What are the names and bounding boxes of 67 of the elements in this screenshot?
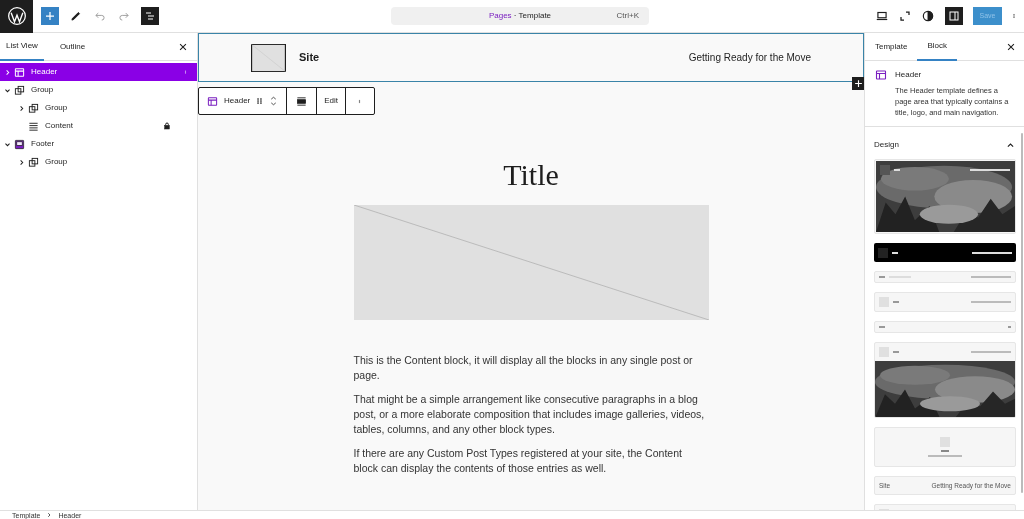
chevron-right-icon[interactable] xyxy=(4,68,11,76)
pencil-icon[interactable] xyxy=(69,9,83,23)
plus-icon xyxy=(44,10,56,22)
design-section-header[interactable]: Design xyxy=(865,131,1024,159)
layout-icon[interactable] xyxy=(207,95,218,107)
group-icon xyxy=(28,156,39,168)
image-placeholder-icon xyxy=(880,165,890,175)
list-icon xyxy=(144,10,156,22)
site-tagline: Getting Ready for the Move xyxy=(688,51,811,65)
close-icon[interactable] xyxy=(1006,41,1016,52)
paragraph: If there are any Custom Post Types registered at your site, the Content block can display the contents of those entries as well. xyxy=(353,446,683,476)
chevron-right-icon[interactable] xyxy=(18,104,25,112)
close-icon[interactable] xyxy=(178,41,188,52)
tree-item-label: Group xyxy=(45,102,68,114)
tree-item-label: Footer xyxy=(31,138,55,150)
panel-tab[interactable]: Outline xyxy=(53,32,92,61)
site-logo-button[interactable] xyxy=(0,0,33,33)
plus-icon xyxy=(854,79,863,88)
fullscreen-icon[interactable] xyxy=(899,10,911,22)
tree-item[interactable]: Group xyxy=(0,81,197,99)
scrollbar[interactable] xyxy=(1021,133,1023,493)
tree-item[interactable]: Group xyxy=(0,153,197,171)
group-icon xyxy=(14,84,25,96)
pattern-preview[interactable] xyxy=(874,342,1016,418)
more-options-icon[interactable] xyxy=(184,67,187,77)
edit-button[interactable]: Edit xyxy=(317,88,347,114)
lines-icon xyxy=(28,120,39,132)
header-block[interactable]: Site Getting Ready for the Move xyxy=(198,33,864,82)
paragraph: That might be a simple arrangement like consecutive paragraphs in a blog post, or a more elaborate composition that includes image galleries, videos, tables, columns, and any other block types. xyxy=(353,392,706,437)
tree-item-label: Group xyxy=(31,84,54,96)
command-bar[interactable]: Pages · Template Ctrl+K xyxy=(391,7,649,25)
laptop-icon[interactable] xyxy=(875,9,889,23)
list-view-button[interactable] xyxy=(141,7,159,25)
tree-item[interactable]: Content xyxy=(0,117,197,135)
footer-icon xyxy=(14,138,25,150)
image-placeholder-icon xyxy=(251,43,286,72)
tree-item-label: Group xyxy=(45,156,68,168)
group-icon xyxy=(28,102,39,114)
paragraph: This is the Content block, it will display all the blocks in any single post or page. xyxy=(353,353,694,383)
panel-tab[interactable]: List View xyxy=(0,32,44,61)
image-placeholder-icon xyxy=(878,247,888,258)
drag-handle-icon[interactable] xyxy=(256,96,264,106)
tree-item-label: Content xyxy=(45,120,74,132)
page-title: Title xyxy=(502,157,560,193)
tree-item[interactable]: Group xyxy=(0,99,197,117)
chevron-right-icon[interactable] xyxy=(18,158,25,166)
wordpress-logo-icon xyxy=(6,6,27,26)
sidebar-icon xyxy=(948,10,960,22)
settings-sidebar-button[interactable] xyxy=(945,7,963,25)
section-title: Design xyxy=(874,139,899,151)
site-title: Site xyxy=(299,50,320,66)
document-title: Pages · Template xyxy=(488,10,552,22)
pattern-preview[interactable] xyxy=(874,243,1016,262)
tree-item[interactable]: Footer xyxy=(0,135,197,153)
shortcut-hint: Ctrl+K xyxy=(616,10,639,22)
align-icon[interactable] xyxy=(296,95,308,107)
panel-tab[interactable]: Block xyxy=(917,33,958,61)
tree-item-label: Header xyxy=(31,66,58,78)
panel-tab[interactable]: Template xyxy=(865,33,918,61)
contrast-icon[interactable] xyxy=(921,9,935,23)
chevron-right-icon xyxy=(46,512,53,518)
chevron-up-icon[interactable] xyxy=(1006,140,1015,150)
block-name: Header xyxy=(224,95,251,107)
block-name: Header xyxy=(895,69,923,81)
tree-item[interactable]: Header xyxy=(0,63,197,81)
layout-icon xyxy=(14,66,25,78)
layout-icon xyxy=(875,69,887,81)
